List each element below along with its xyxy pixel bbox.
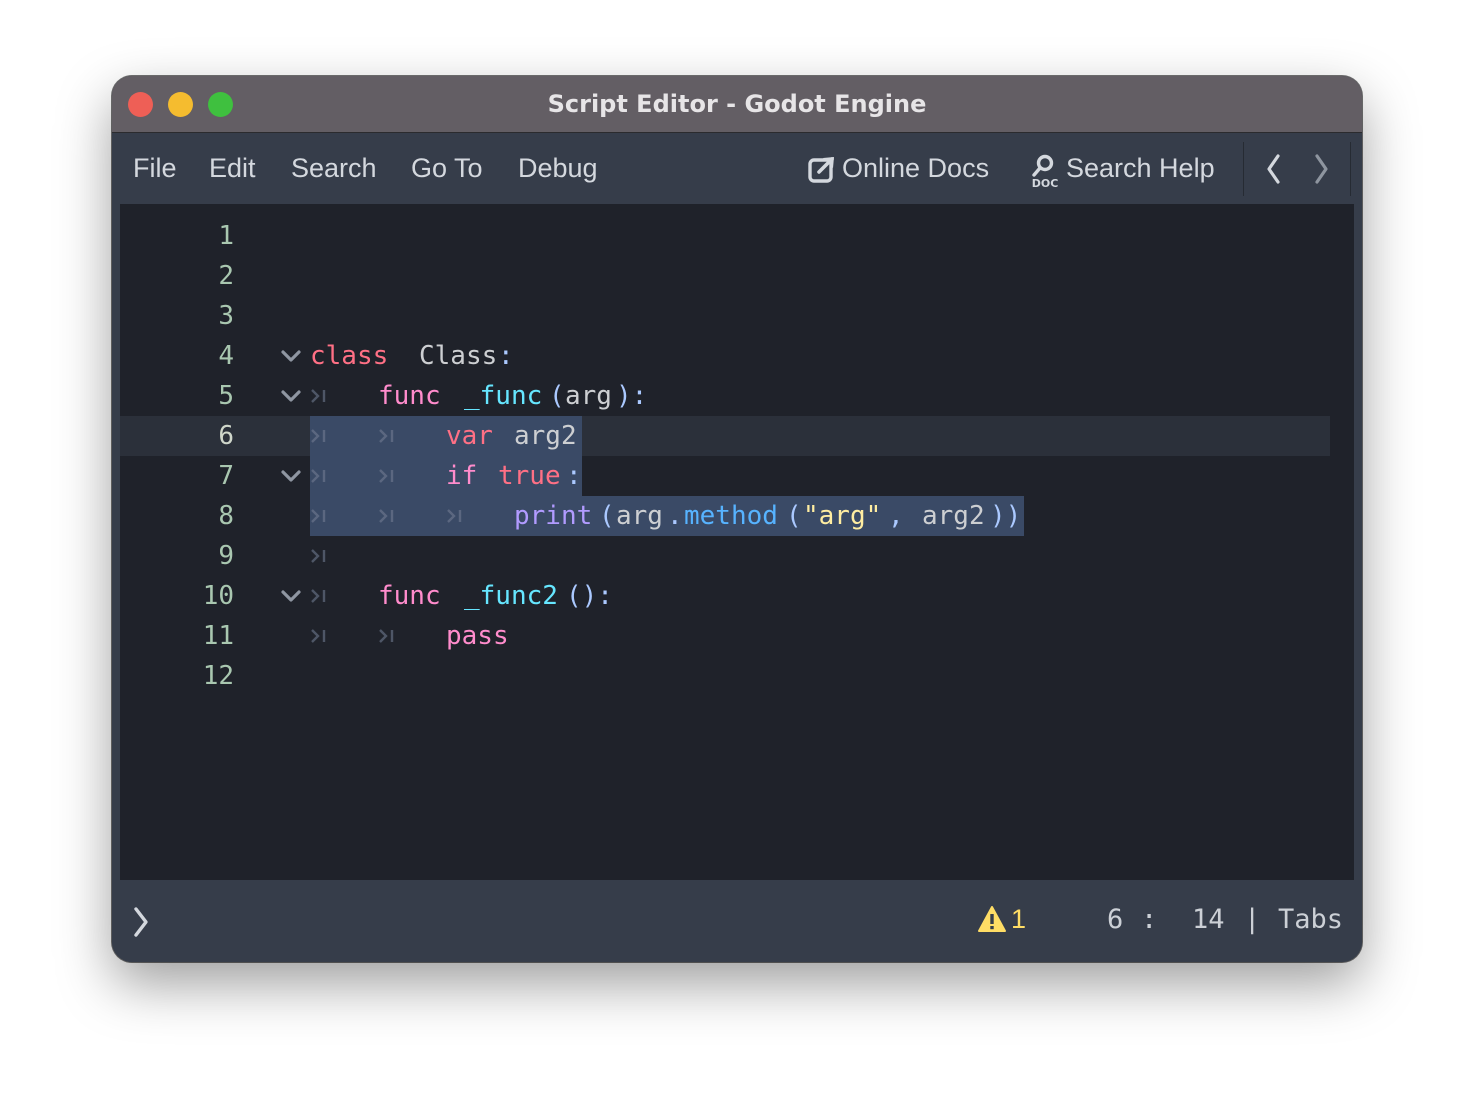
status-divider: |: [1244, 904, 1261, 935]
line-number: 3: [218, 301, 234, 331]
fold-arrow-icon[interactable]: [280, 468, 302, 484]
code-token: true: [498, 461, 561, 491]
code-line: 12: [120, 656, 1330, 696]
svg-text:DOC: DOC: [1032, 177, 1059, 188]
menu-go-to[interactable]: Go To: [411, 153, 483, 184]
indent-mode[interactable]: Tabs: [1278, 904, 1343, 935]
fold-arrow-icon[interactable]: [280, 348, 302, 364]
code-token: :: [498, 341, 514, 371]
code-token: (: [786, 501, 802, 531]
line-number: 9: [218, 541, 234, 571]
expand-panel-icon[interactable]: [132, 906, 150, 938]
code-line: 4 class Class :: [120, 336, 1330, 376]
code-line: 7 if true :: [120, 456, 1330, 496]
code-token: "arg": [803, 501, 882, 531]
code-token: )): [990, 501, 1022, 531]
line-number: 6: [218, 421, 234, 451]
code-line: 5 func _func ( arg ):: [120, 376, 1330, 416]
tab-indent-icon: [379, 429, 394, 443]
line-number: 12: [202, 661, 234, 691]
fold-arrow-icon[interactable]: [280, 388, 302, 404]
menu-bar: File Edit Search Go To Debug Online Docs…: [112, 134, 1362, 204]
code-token: arg: [616, 501, 663, 531]
code-token: func: [378, 581, 441, 611]
code-line: 11 pass: [120, 616, 1330, 656]
menu-search[interactable]: Search: [291, 153, 377, 184]
code-token: func: [378, 381, 441, 411]
menu-separator: [1243, 142, 1244, 196]
code-token: print: [514, 501, 593, 531]
line-number: 5: [218, 381, 234, 411]
code-token: ):: [616, 381, 648, 411]
tab-indent-icon: [447, 509, 462, 523]
code-line-current: 6 var arg2: [120, 416, 1330, 456]
tab-indent-icon: [311, 629, 326, 643]
tab-indent-icon: [311, 389, 326, 403]
tab-indent-icon: [311, 589, 326, 603]
online-docs-button[interactable]: Online Docs: [842, 153, 989, 184]
code-token: Class: [419, 341, 498, 371]
code-token: if: [446, 461, 478, 491]
code-line: 9: [120, 536, 1330, 576]
fold-arrow-icon[interactable]: [280, 588, 302, 604]
code-line: 8 print ( arg . method ( "arg" , arg2 )): [120, 496, 1330, 536]
chevron-right-icon[interactable]: [1311, 153, 1331, 185]
code-token: pass: [446, 621, 509, 651]
tab-indent-icon: [311, 549, 326, 563]
title-bar: Script Editor - Godot Engine: [112, 76, 1362, 133]
code-token: .: [667, 501, 683, 531]
menu-separator: [1350, 142, 1351, 196]
code-line: 1: [120, 216, 1330, 256]
code-token: _func: [464, 381, 543, 411]
cursor-line: 6: [1107, 904, 1124, 935]
code-line: 2: [120, 256, 1330, 296]
warning-icon[interactable]: [977, 905, 1007, 933]
code-token: arg: [565, 381, 612, 411]
code-token: method: [684, 501, 778, 531]
code-token: (: [599, 501, 615, 531]
tab-indent-icon: [311, 429, 326, 443]
line-number: 11: [202, 621, 234, 651]
tab-indent-icon: [379, 469, 394, 483]
line-number: 1: [218, 221, 234, 251]
line-number: 8: [218, 501, 234, 531]
line-number: 7: [218, 461, 234, 491]
search-help-doc-icon[interactable]: DOC: [1029, 154, 1061, 188]
menu-file[interactable]: File: [133, 153, 177, 184]
menu-edit[interactable]: Edit: [209, 153, 256, 184]
code-token: class: [310, 341, 389, 371]
editor-window: Script Editor - Godot Engine File Edit S…: [112, 76, 1362, 962]
code-token: var: [446, 421, 493, 451]
warning-count[interactable]: 1: [1011, 904, 1026, 935]
window-title: Script Editor - Godot Engine: [547, 90, 927, 118]
code-line: 3: [120, 296, 1330, 336]
code-token: :: [566, 461, 582, 491]
code-editor[interactable]: 1 2 3 4 class Class : 5 func _func ( arg…: [120, 204, 1354, 880]
code-token: ():: [566, 581, 613, 611]
code-token: _func2: [464, 581, 558, 611]
code-line: 10 func _func2 ():: [120, 576, 1330, 616]
chevron-left-icon[interactable]: [1264, 153, 1284, 185]
line-number: 2: [218, 261, 234, 291]
search-help-button[interactable]: Search Help: [1066, 153, 1215, 184]
status-bar: 1 6 : 14 | Tabs: [112, 880, 1362, 962]
line-number: 10: [202, 581, 234, 611]
tab-indent-icon: [311, 509, 326, 523]
tab-indent-icon: [311, 469, 326, 483]
tab-indent-icon: [379, 509, 394, 523]
code-token: (: [549, 381, 565, 411]
cursor-separator: :: [1141, 904, 1158, 935]
code-token: ,: [888, 501, 904, 531]
code-token: arg2: [922, 501, 985, 531]
code-token: arg2: [514, 421, 577, 451]
menu-debug[interactable]: Debug: [518, 153, 598, 184]
external-link-icon[interactable]: [807, 154, 837, 184]
line-number: 4: [218, 341, 234, 371]
tab-indent-icon: [379, 629, 394, 643]
cursor-column: 14: [1192, 904, 1225, 935]
